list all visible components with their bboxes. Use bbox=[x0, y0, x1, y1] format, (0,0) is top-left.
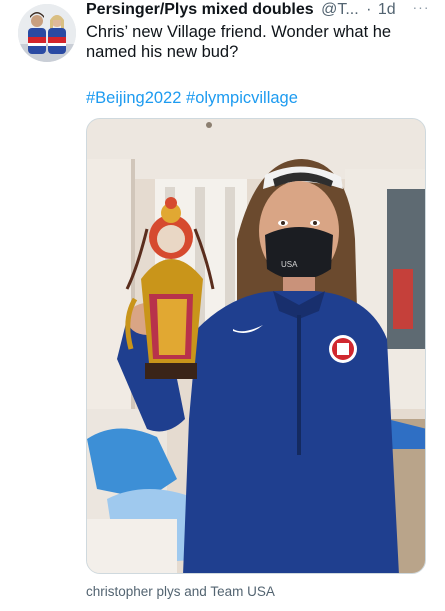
tweet-photo[interactable]: USA bbox=[86, 118, 426, 574]
hashtag-beijing2022[interactable]: #Beijing2022 bbox=[86, 89, 181, 107]
hashtag-row: #Beijing2022 #olympicvillage bbox=[86, 88, 298, 108]
separator: · bbox=[366, 1, 372, 18]
photo-image: USA bbox=[87, 119, 425, 573]
tweet-text: Chris’ new Village friend. Wonder what h… bbox=[86, 23, 392, 61]
author-name[interactable]: Persinger/Plys mixed doubles bbox=[86, 1, 314, 18]
avatar-image bbox=[18, 4, 76, 62]
avatar[interactable] bbox=[18, 4, 76, 62]
photo-caption[interactable]: christopher plys and Team USA bbox=[86, 584, 275, 600]
hashtag-olympicvillage[interactable]: #olympicvillage bbox=[186, 89, 298, 107]
more-options-icon[interactable]: ··· bbox=[410, 0, 432, 16]
tweet[interactable]: Persinger/Plys mixed doubles @T... · 1d … bbox=[0, 0, 445, 611]
face-mask bbox=[265, 227, 333, 280]
tweet-header: Persinger/Plys mixed doubles @T... · 1d bbox=[86, 0, 438, 20]
author-handle[interactable]: @T... bbox=[321, 1, 359, 18]
mask-label: USA bbox=[281, 260, 298, 269]
timestamp[interactable]: 1d bbox=[378, 1, 396, 18]
